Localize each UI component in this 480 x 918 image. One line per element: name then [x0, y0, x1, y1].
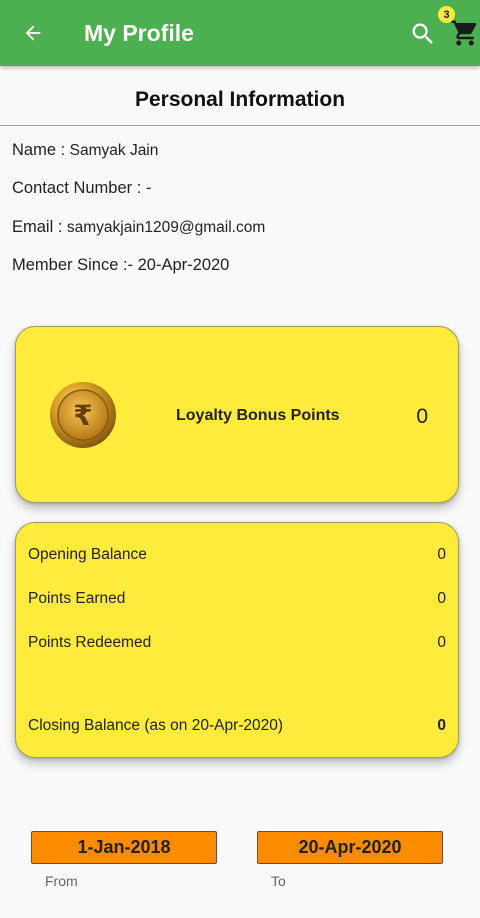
back-arrow-icon [25, 25, 41, 41]
from-date-caption: From [45, 873, 78, 889]
loyalty-value: 0 [416, 405, 428, 428]
closing-balance-label: Closing Balance (as on 20-Apr-2020) [28, 717, 284, 734]
loyalty-label: Loyalty Bonus Points [176, 407, 340, 424]
points-redeemed-value: 0 [437, 634, 446, 651]
search-icon [412, 23, 433, 44]
opening-balance-row: Opening Balance 0 [28, 546, 446, 564]
closing-balance-row: Closing Balance (as on 20-Apr-2020) 0 [28, 717, 446, 735]
name-row: Name : Samyak Jain [12, 141, 158, 160]
rupee-coin-icon: ₹ [50, 382, 116, 448]
from-date-button[interactable]: 1-Jan-2018 [31, 831, 217, 864]
svg-text:₹: ₹ [73, 399, 92, 432]
app-title: My Profile [84, 20, 194, 46]
points-earned-row: Points Earned 0 [28, 590, 446, 608]
app-bar: My Profile 3 [0, 0, 480, 66]
cart-icon [451, 20, 477, 46]
member-since-row: Member Since :- 20-Apr-2020 [12, 256, 229, 275]
points-redeemed-label: Points Redeemed [28, 634, 152, 651]
balance-card: Opening Balance 0 Points Earned 0 Points… [15, 522, 459, 758]
opening-balance-value: 0 [437, 546, 446, 563]
contact-label: Contact Number : - [12, 179, 152, 197]
points-earned-label: Points Earned [28, 590, 126, 607]
cart-count-badge: 3 [438, 6, 455, 23]
member-since-label: Member Since :- 20-Apr-2020 [12, 256, 230, 274]
divider [0, 125, 480, 126]
closing-balance-value: 0 [437, 717, 446, 734]
cart-button[interactable] [450, 18, 480, 50]
email-row: Email : samyakjain1209@gmail.com [12, 218, 265, 237]
loyalty-card: ₹ Loyalty Bonus Points 0 [15, 326, 459, 503]
name-label: Name : [12, 141, 66, 159]
back-button[interactable] [18, 18, 48, 48]
to-date-caption: To [271, 873, 286, 889]
email-value: samyakjain1209@gmail.com [66, 219, 266, 236]
email-label: Email : [12, 218, 63, 236]
search-button[interactable] [409, 20, 437, 48]
section-title: Personal Information [134, 88, 346, 111]
to-date-button[interactable]: 20-Apr-2020 [257, 831, 443, 864]
contact-row: Contact Number : - [12, 179, 151, 198]
points-redeemed-row: Points Redeemed 0 [28, 634, 446, 652]
points-earned-value: 0 [437, 590, 446, 607]
name-value: Samyak Jain [69, 142, 159, 159]
opening-balance-label: Opening Balance [28, 546, 147, 563]
